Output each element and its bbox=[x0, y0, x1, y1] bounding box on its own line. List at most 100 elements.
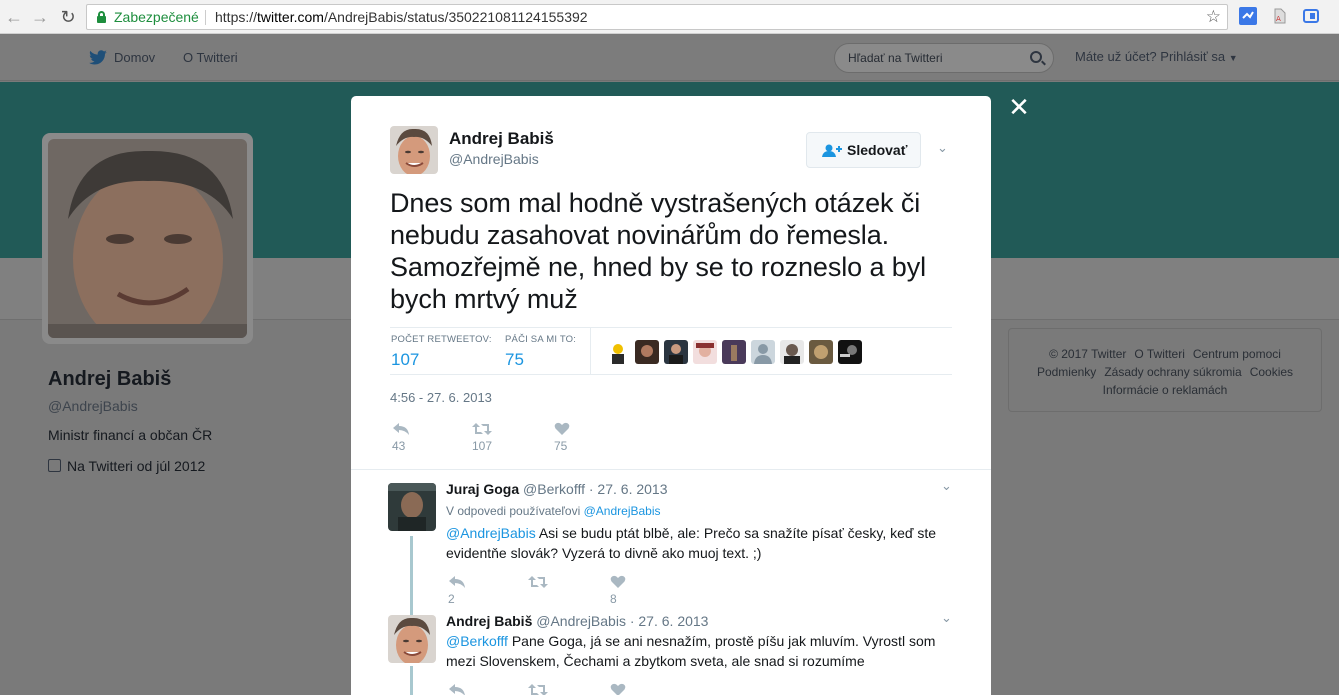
like-action[interactable] bbox=[610, 683, 634, 695]
retweet-action[interactable]: 1 bbox=[528, 683, 556, 695]
retweet-count[interactable]: POČET RETWEETOV: 107 bbox=[391, 334, 492, 370]
reply-author-handle[interactable]: @Berkofff bbox=[523, 481, 585, 497]
secure-label: Zabezpečené bbox=[114, 9, 199, 25]
liker-avatar[interactable] bbox=[693, 340, 717, 364]
browser-toolbar: ← → ↻ Zabezpečené https://twitter.com/An… bbox=[0, 0, 1339, 34]
follow-label: Sledovať bbox=[847, 142, 908, 158]
nav-about[interactable]: O Twitteri bbox=[183, 50, 238, 65]
search-placeholder: Hľadať na Twitteri bbox=[848, 51, 943, 65]
reply-author-handle[interactable]: @AndrejBabis bbox=[536, 613, 626, 629]
tweet-stats: POČET RETWEETOV: 107 PÁČI SA MI TO: 75 bbox=[390, 327, 952, 375]
calendar-icon bbox=[48, 459, 61, 472]
mention-link[interactable]: @Berkofff bbox=[446, 633, 508, 649]
tweet-options-chevron-icon[interactable]: ⌄ bbox=[937, 140, 948, 156]
like-count[interactable]: PÁČI SA MI TO: 75 bbox=[505, 334, 576, 370]
bookmark-star-icon[interactable]: ☆ bbox=[1206, 5, 1221, 29]
url-text: https://twitter.com/AndrejBabis/status/3… bbox=[215, 9, 588, 25]
reply-icon bbox=[393, 423, 409, 435]
footer-link[interactable]: O Twitteri bbox=[1134, 347, 1184, 361]
reply-icon bbox=[449, 684, 465, 695]
reply-action[interactable]: 43 bbox=[392, 422, 418, 453]
back-arrow-icon[interactable]: ← bbox=[4, 7, 24, 27]
liker-avatar[interactable] bbox=[751, 340, 775, 364]
retweet-count-label: POČET RETWEETOV: bbox=[391, 334, 492, 345]
extension-pdf-icon[interactable]: A bbox=[1270, 7, 1288, 25]
twitter-top-nav: Domov O Twitteri Hľadať na Twitteri Máte… bbox=[0, 35, 1339, 81]
forward-arrow-icon[interactable]: → bbox=[30, 7, 50, 27]
footer-link[interactable]: Informácie o reklamách bbox=[1103, 383, 1228, 397]
address-bar[interactable]: Zabezpečené https://twitter.com/AndrejBa… bbox=[86, 4, 1228, 30]
twitter-bird-icon[interactable] bbox=[88, 50, 108, 66]
liker-avatar[interactable] bbox=[780, 340, 804, 364]
profile-handle: @AndrejBabis bbox=[48, 398, 138, 414]
footer-link[interactable]: Centrum pomoci bbox=[1193, 347, 1281, 361]
reply-text: @Berkofff Pane Goga, já se ani nesnažím,… bbox=[446, 633, 936, 669]
nav-home[interactable]: Domov bbox=[114, 50, 155, 65]
mention-link[interactable]: @AndrejBabis bbox=[446, 525, 536, 541]
liker-avatar[interactable] bbox=[664, 340, 688, 364]
footer-link[interactable]: Zásady ochrany súkromia bbox=[1104, 365, 1241, 379]
thread-line bbox=[410, 666, 413, 695]
reply-action[interactable]: 2 bbox=[448, 575, 474, 606]
tweet-author-handle[interactable]: @AndrejBabis bbox=[449, 151, 539, 167]
extension-blue-icon[interactable] bbox=[1302, 7, 1320, 25]
retweet-action[interactable] bbox=[528, 575, 556, 591]
reply-author-name[interactable]: Andrej Babiš bbox=[446, 613, 532, 629]
reply-header: Andrej Babiš @AndrejBabis · 27. 6. 2013 bbox=[446, 613, 708, 629]
close-icon[interactable]: ✕ bbox=[1008, 94, 1030, 120]
reply-author-avatar[interactable] bbox=[388, 615, 436, 663]
reply-context-link[interactable]: @AndrejBabis bbox=[584, 504, 661, 518]
add-user-icon bbox=[822, 144, 842, 157]
follow-button[interactable]: Sledovať bbox=[806, 132, 921, 168]
reply-count: 2 bbox=[448, 592, 455, 606]
like-count: 8 bbox=[610, 592, 617, 606]
reply-context: V odpovedi používateľovi @AndrejBabis bbox=[446, 504, 661, 518]
tweet-author-name[interactable]: Andrej Babiš bbox=[449, 129, 554, 149]
retweet-action-count: 107 bbox=[472, 439, 493, 453]
reply-author-name[interactable]: Juraj Goga bbox=[446, 481, 519, 497]
reply-action[interactable]: 3 bbox=[448, 683, 474, 695]
footer-link[interactable]: Podmienky bbox=[1037, 365, 1096, 379]
search-icon[interactable] bbox=[1030, 51, 1042, 63]
reply-author-avatar[interactable] bbox=[388, 483, 436, 531]
liker-avatar[interactable] bbox=[722, 340, 746, 364]
reload-icon[interactable]: ↻ bbox=[58, 7, 78, 27]
like-count-value: 75 bbox=[505, 350, 524, 369]
like-action[interactable]: 8 bbox=[610, 575, 634, 606]
footer-link[interactable]: © 2017 Twitter bbox=[1049, 347, 1126, 361]
liker-avatar[interactable] bbox=[635, 340, 659, 364]
liker-avatar[interactable] bbox=[606, 340, 630, 364]
tweet-timestamp[interactable]: 4:56 - 27. 6. 2013 bbox=[390, 390, 492, 405]
heart-icon bbox=[554, 422, 570, 435]
reply-text: @AndrejBabis Asi se budu ptát blbě, ale:… bbox=[446, 525, 937, 561]
reply-options-chevron-icon[interactable]: ⌄ bbox=[941, 478, 952, 494]
search-input[interactable]: Hľadať na Twitteri bbox=[834, 43, 1054, 73]
liker-avatar[interactable] bbox=[809, 340, 833, 364]
stats-divider bbox=[590, 328, 591, 375]
heart-icon bbox=[610, 683, 626, 695]
replies-divider bbox=[351, 469, 991, 470]
retweet-action[interactable]: 107 bbox=[472, 422, 500, 453]
reply-icon bbox=[449, 576, 465, 588]
profile-name: Andrej Babiš bbox=[48, 368, 172, 390]
footer-links: © 2017 Twitter O Twitteri Centrum pomoci P… bbox=[1008, 328, 1322, 412]
like-action[interactable]: 75 bbox=[554, 422, 578, 453]
svg-text:A: A bbox=[1276, 15, 1281, 23]
reply-date[interactable]: · 27. 6. 2013 bbox=[589, 481, 668, 497]
reply-options-chevron-icon[interactable]: ⌄ bbox=[941, 610, 952, 626]
reply-date[interactable]: · 27. 6. 2013 bbox=[630, 613, 709, 629]
liker-avatar[interactable] bbox=[838, 340, 862, 364]
reply-count: 43 bbox=[392, 439, 406, 453]
retweet-icon bbox=[528, 684, 548, 695]
retweet-count-value: 107 bbox=[391, 350, 420, 369]
thread-line bbox=[410, 536, 413, 618]
tweet-modal: Andrej Babiš @AndrejBabis Sledovať ⌄ Dne… bbox=[351, 96, 991, 695]
login-prompt[interactable]: Máte už účet? Prihlásiť sa ▼ bbox=[1075, 49, 1238, 64]
heart-icon bbox=[610, 575, 626, 588]
like-count-label: PÁČI SA MI TO: bbox=[505, 334, 577, 345]
tweet-author-avatar[interactable] bbox=[390, 126, 438, 174]
profile-avatar[interactable] bbox=[42, 133, 253, 344]
extension-chart-icon[interactable] bbox=[1239, 7, 1257, 25]
like-action-count: 75 bbox=[554, 439, 568, 453]
footer-link[interactable]: Cookies bbox=[1250, 365, 1293, 379]
